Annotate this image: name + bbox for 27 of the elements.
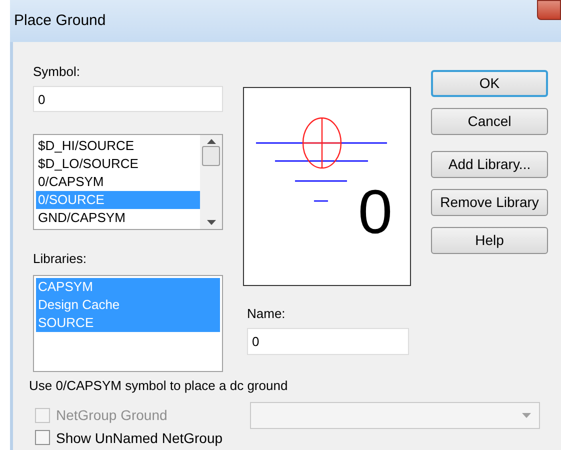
list-item[interactable]: GND/CAPSYM: [36, 209, 200, 227]
preview-label: 0: [358, 180, 392, 246]
scroll-down-icon[interactable]: [206, 220, 216, 225]
close-button[interactable]: [537, 0, 561, 20]
field-label: Name:: [247, 306, 286, 322]
scroll-thumb[interactable]: [202, 146, 220, 166]
field-label: Symbol:: [33, 64, 81, 80]
symbol-field[interactable]: 0: [33, 86, 223, 112]
hint-text: Use 0/CAPSYM symbol to place a dc ground: [29, 378, 288, 393]
dialog-button[interactable]: Help: [431, 227, 548, 254]
list-item[interactable]: $D_LO/SOURCE: [36, 155, 200, 173]
scrollbar[interactable]: [200, 135, 222, 229]
list-item[interactable]: $D_HI/SOURCE: [36, 137, 200, 155]
checkbox-label: NetGroup Ground: [56, 407, 168, 423]
list-item[interactable]: 0/CAPSYM: [36, 173, 200, 191]
name-field[interactable]: 0: [247, 328, 409, 355]
window-title: Place Ground: [14, 10, 106, 31]
checkbox-label: Show UnNamed NetGroup: [56, 430, 223, 446]
dialog-button[interactable]: Cancel: [431, 108, 548, 135]
dialog-button[interactable]: Add Library...: [431, 151, 548, 178]
dropdown-arrow-icon: [522, 412, 531, 418]
field-label: Libraries:: [33, 251, 88, 267]
scroll-up-icon[interactable]: [206, 139, 216, 144]
dialog-button[interactable]: Remove Library: [431, 189, 548, 216]
dialog-button[interactable]: OK: [431, 70, 548, 97]
symbol-list[interactable]: $D_HI/SOURCE $D_LO/SOURCE 0/CAPSYM 0/SOURCE GND/CAPSYM: [33, 134, 223, 230]
checkbox[interactable]: [35, 430, 50, 445]
